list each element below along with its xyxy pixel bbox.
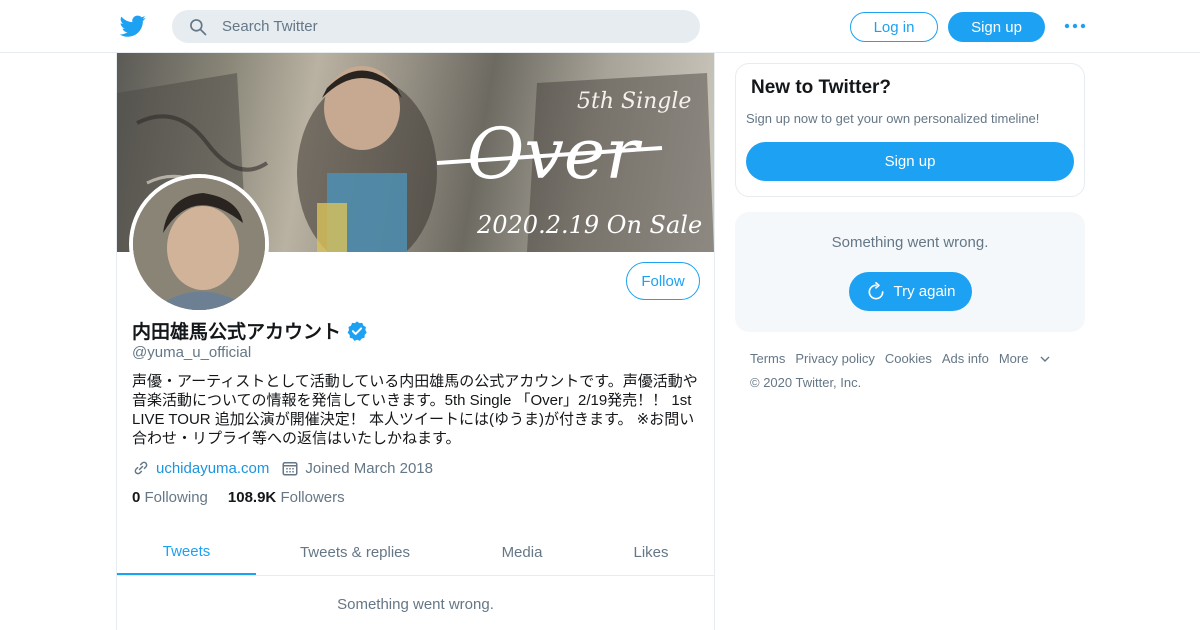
avatar-image bbox=[133, 178, 265, 310]
refresh-icon bbox=[868, 281, 883, 299]
tab-likes[interactable]: Likes bbox=[607, 530, 695, 575]
try-again-label: Try again bbox=[893, 283, 956, 300]
following-count-link[interactable]: 0 Following bbox=[132, 489, 208, 506]
search-icon bbox=[190, 18, 207, 35]
followers-count-link[interactable]: 108.9K Followers bbox=[228, 489, 345, 506]
profile-avatar[interactable] bbox=[129, 174, 269, 314]
twitter-bird-icon[interactable] bbox=[119, 13, 147, 39]
profile-joined-date: Joined March 2018 bbox=[305, 459, 433, 477]
search-input[interactable] bbox=[222, 18, 662, 35]
footer-link-terms[interactable]: Terms bbox=[750, 351, 785, 366]
profile-counts: 0 Following 108.9K Followers bbox=[132, 489, 365, 506]
timeline-error-message: Something went wrong. bbox=[337, 596, 494, 613]
following-count: 0 bbox=[132, 489, 141, 506]
more-dots-icon[interactable] bbox=[1063, 20, 1087, 32]
tab-media[interactable]: Media bbox=[477, 530, 567, 575]
signup-button[interactable]: Sign up bbox=[948, 12, 1045, 42]
footer-link-cookies[interactable]: Cookies bbox=[885, 351, 932, 366]
calendar-icon bbox=[282, 462, 298, 476]
verified-badge-icon bbox=[347, 320, 367, 341]
link-icon bbox=[134, 461, 148, 475]
footer-more-label: More bbox=[998, 351, 1029, 366]
profile-column: 5th Single Over 2020.2.19 On Sale Follow… bbox=[116, 53, 715, 630]
new-to-twitter-card: New to Twitter? Sign up now to get your … bbox=[735, 63, 1085, 197]
new-to-twitter-subtitle: Sign up now to get your own personalized… bbox=[746, 111, 1040, 126]
new-to-twitter-title: New to Twitter? bbox=[751, 77, 892, 98]
footer-copyright: © 2020 Twitter, Inc. bbox=[750, 375, 862, 390]
tab-tweets-and-replies[interactable]: Tweets & replies bbox=[285, 530, 425, 575]
sidebar-signup-button[interactable]: Sign up bbox=[746, 142, 1074, 181]
sidebar-footer: Terms Privacy policy Cookies Ads info Mo… bbox=[750, 351, 1085, 390]
footer-link-ads-info[interactable]: Ads info bbox=[942, 351, 989, 366]
banner-date-text: 2020.2.19 On Sale bbox=[476, 211, 702, 239]
footer-link-privacy[interactable]: Privacy policy bbox=[795, 351, 874, 366]
followers-label: Followers bbox=[280, 489, 345, 506]
profile-website-link[interactable]: uchidayuma.com bbox=[156, 460, 269, 477]
following-label: Following bbox=[144, 489, 208, 506]
followers-count: 108.9K bbox=[227, 489, 277, 506]
sidebar-error-message: Something went wrong. bbox=[831, 234, 989, 251]
banner-single-text: 5th Single bbox=[577, 89, 691, 114]
footer-links: Terms Privacy policy Cookies Ads info Mo… bbox=[750, 351, 1085, 366]
login-button[interactable]: Log in bbox=[850, 12, 938, 42]
top-navigation-bar: Log in Sign up bbox=[0, 0, 1200, 53]
chevron-down-icon bbox=[1040, 356, 1050, 362]
footer-more-menu[interactable]: More bbox=[999, 351, 1051, 366]
profile-handle: @yuma_u_official bbox=[132, 344, 252, 361]
search-box bbox=[172, 10, 700, 43]
tab-tweets[interactable]: Tweets bbox=[117, 530, 256, 575]
profile-tabs: Tweets Tweets & replies Media Likes bbox=[117, 530, 714, 576]
follow-button[interactable]: Follow bbox=[626, 262, 700, 300]
profile-bio: 声優・アーティストとして活動している内田雄馬の公式アカウントです。声優活動や音楽… bbox=[132, 373, 698, 447]
display-name-text: 内田雄馬公式アカウント bbox=[132, 322, 342, 343]
profile-meta: uchidayuma.com Joined March 2018 bbox=[132, 458, 433, 478]
try-again-button[interactable]: Try again bbox=[849, 272, 972, 311]
sidebar-error-card: Something went wrong. Try again bbox=[735, 212, 1085, 332]
profile-display-name: 内田雄馬公式アカウント bbox=[132, 317, 368, 344]
